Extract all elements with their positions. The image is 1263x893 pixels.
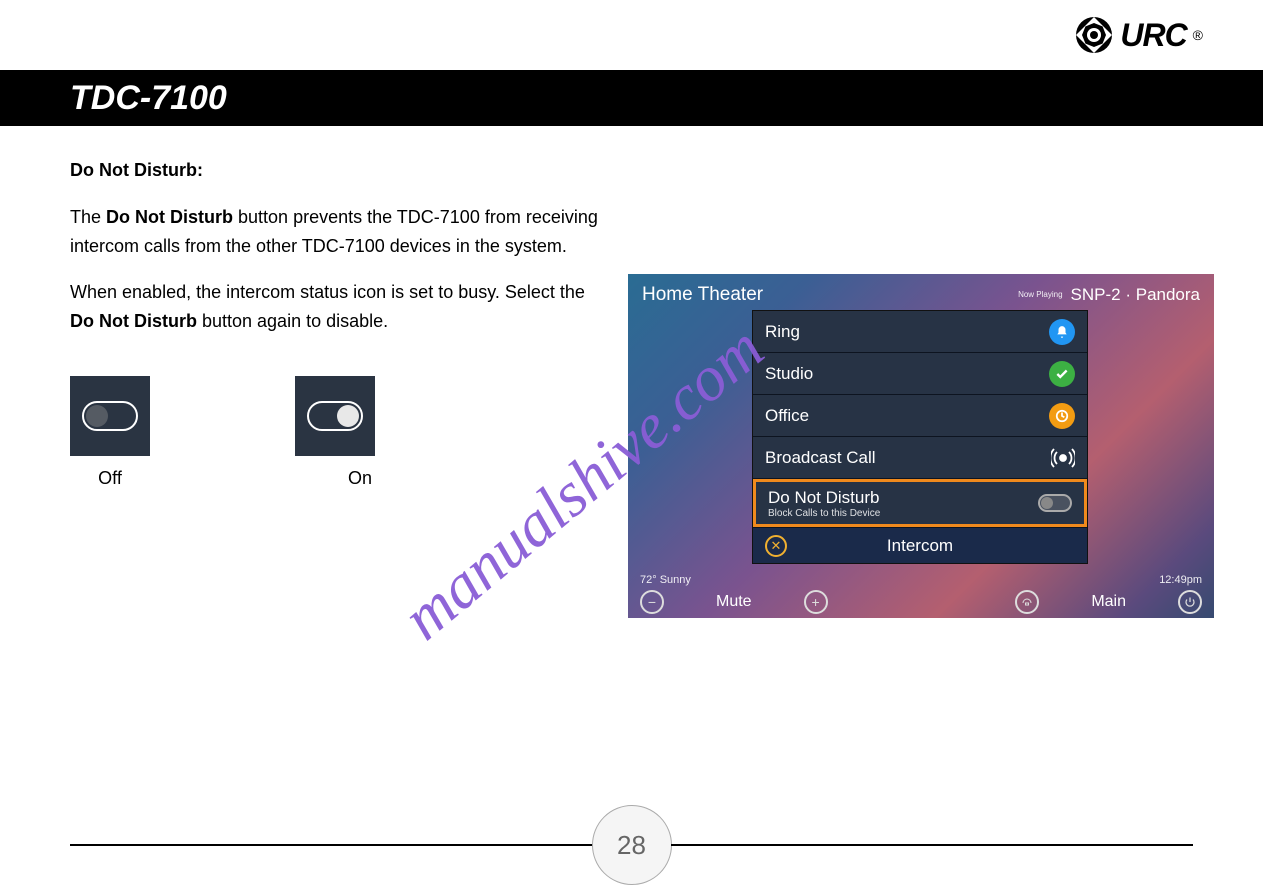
toggle-on-example [295, 376, 375, 456]
broadcast-icon [1051, 446, 1075, 470]
toggle-pill-off-icon [82, 401, 138, 431]
brand-logo: URC ® [1074, 15, 1203, 55]
menu-item-dnd[interactable]: Do Not Disturb Block Calls to this Devic… [753, 479, 1087, 527]
urc-logo-icon [1074, 15, 1114, 55]
screenshot-header: Home Theater Now Playing SNP-2 · Pandora [628, 274, 1214, 312]
toggle-off-label: Off [70, 464, 150, 493]
bell-icon [1049, 319, 1075, 345]
now-playing-text: SNP-2 · Pandora [1071, 285, 1200, 305]
menu-item-studio[interactable]: Studio [753, 353, 1087, 395]
toggle-pill-on-icon [307, 401, 363, 431]
toggle-on-label: On [320, 464, 400, 493]
page-header: URC ® [0, 0, 1263, 70]
weather-status: 72° Sunny [640, 574, 691, 586]
minus-icon[interactable]: − [640, 590, 664, 614]
context-icon[interactable] [1015, 590, 1039, 614]
menu-footer: ✕ Intercom [753, 527, 1087, 563]
paragraph-1: The Do Not Disturb button prevents the T… [70, 203, 610, 261]
check-icon [1049, 361, 1075, 387]
model-title: TDC-7100 [70, 79, 227, 118]
page-number: 28 [592, 805, 672, 885]
instruction-column: Do Not Disturb: The Do Not Disturb butto… [70, 156, 610, 493]
trademark: ® [1193, 27, 1203, 43]
plus-icon[interactable]: + [804, 590, 828, 614]
menu-item-broadcast[interactable]: Broadcast Call [753, 437, 1087, 479]
device-screenshot: Home Theater Now Playing SNP-2 · Pandora… [628, 274, 1214, 618]
clock-icon [1049, 403, 1075, 429]
model-bar: TDC-7100 [0, 70, 1263, 126]
main-label[interactable]: Main [1091, 593, 1126, 611]
brand-text: URC [1120, 17, 1186, 54]
intercom-menu: Ring Studio Office Broadcast Call [752, 310, 1088, 564]
toggle-off-example [70, 376, 150, 456]
paragraph-2: When enabled, the intercom status icon i… [70, 278, 610, 336]
menu-item-office[interactable]: Office [753, 395, 1087, 437]
room-title: Home Theater [642, 284, 763, 306]
section-heading: Do Not Disturb: [70, 160, 203, 180]
now-playing-tag: Now Playing [1018, 291, 1062, 299]
close-icon[interactable]: ✕ [765, 535, 787, 557]
menu-footer-title: Intercom [887, 536, 953, 556]
time-status: 12:49pm [1159, 574, 1202, 586]
page-footer: 28 [70, 805, 1193, 885]
dnd-toggle-icon[interactable] [1038, 494, 1072, 512]
menu-item-ring[interactable]: Ring [753, 311, 1087, 353]
mute-label[interactable]: Mute [716, 593, 752, 611]
status-bar: 72° Sunny 12:49pm [628, 574, 1214, 586]
power-icon[interactable] [1178, 590, 1202, 614]
bottom-bar: − Mute + Main [628, 586, 1214, 618]
